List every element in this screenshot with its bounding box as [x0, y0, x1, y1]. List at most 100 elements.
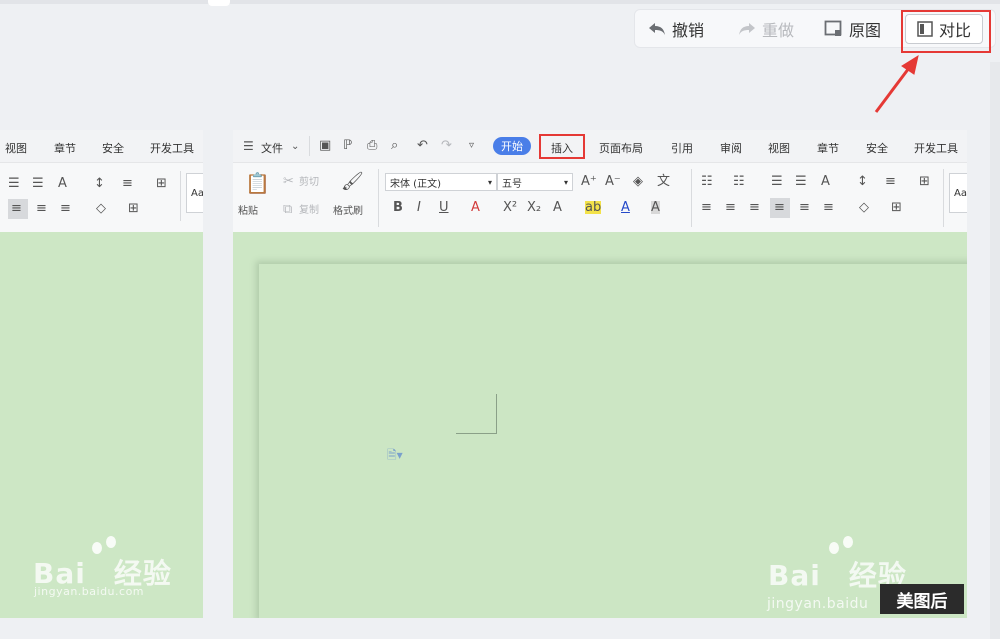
- shading-icon[interactable]: ◇: [96, 202, 106, 215]
- line-spacing-icon[interactable]: ≡: [885, 175, 896, 188]
- char-shading-icon[interactable]: A: [651, 201, 660, 214]
- sort-icon[interactable]: ↕: [94, 177, 105, 190]
- after-label: 美图后: [880, 584, 964, 614]
- grow-font-icon[interactable]: A⁺: [581, 175, 597, 188]
- align-right-icon[interactable]: ≡: [749, 201, 760, 214]
- ribbon-separator: [378, 169, 379, 227]
- right-watermark-paw-icon: [829, 542, 839, 554]
- paragraph-marker-icon[interactable]: 🗎▾: [387, 446, 403, 467]
- margin-corner-mark: [496, 394, 497, 434]
- border-icon[interactable]: ⊞: [891, 201, 902, 214]
- strikethrough-icon[interactable]: A: [471, 201, 480, 214]
- tab-reference[interactable]: 引用: [671, 140, 693, 156]
- tab-developer[interactable]: 开发工具: [914, 140, 958, 156]
- tab-separator: [309, 136, 310, 156]
- arrow-head-compare: [901, 54, 919, 75]
- paste-icon[interactable]: 📋: [245, 173, 270, 193]
- chevron-down-icon[interactable]: ⌄: [291, 142, 299, 152]
- style-preview-box[interactable]: Aa: [949, 173, 967, 213]
- copy-icon[interactable]: ⧉: [283, 203, 292, 216]
- numbered-list-icon[interactable]: ☷: [733, 175, 745, 188]
- tab-chapter[interactable]: 章节: [817, 140, 839, 156]
- align-left-icon[interactable]: ≡: [701, 201, 712, 214]
- superscript-icon[interactable]: X²: [503, 201, 517, 214]
- print-icon[interactable]: ⎙: [367, 139, 377, 152]
- indent-decrease-icon[interactable]: ☰: [8, 177, 20, 190]
- justify-icon[interactable]: ≡: [11, 202, 22, 215]
- undo-small-icon[interactable]: ↶: [417, 139, 428, 152]
- save-icon[interactable]: ▣: [319, 139, 331, 152]
- menu-icon[interactable]: ☰: [243, 140, 254, 152]
- style-preview-text: Aa: [954, 187, 967, 199]
- copy-label[interactable]: 复制: [299, 206, 319, 216]
- file-menu[interactable]: 文件: [261, 140, 283, 156]
- cut-label[interactable]: 剪切: [299, 178, 319, 188]
- tab-page-layout[interactable]: 页面布局: [599, 140, 643, 156]
- shading-icon[interactable]: ◇: [859, 201, 869, 214]
- left-tab-security[interactable]: 安全: [102, 140, 124, 156]
- cut-icon[interactable]: ✂: [283, 175, 294, 188]
- ribbon-separator: [691, 169, 692, 227]
- before-preview-panel: 视图 章节 安全 开发工具 ☰ ☰ A ↕ ≡ ⊞ ≡ ≡ ≡ ◇ ⊞ Aa B…: [0, 130, 203, 618]
- left-tab-developer[interactable]: 开发工具: [150, 140, 194, 156]
- text-size-icon[interactable]: A: [58, 177, 67, 190]
- ribbon-separator: [943, 169, 944, 227]
- line-spacing-icon[interactable]: ≡: [122, 177, 133, 190]
- phonetic-icon[interactable]: 文: [657, 175, 670, 188]
- table-grid-icon[interactable]: ⊞: [919, 175, 930, 188]
- subscript-icon[interactable]: X₂: [527, 201, 541, 214]
- tab-review[interactable]: 审阅: [720, 140, 742, 156]
- font-color-icon[interactable]: A: [621, 201, 630, 214]
- left-ribbon-tabs: 视图 章节 安全 开发工具: [0, 130, 203, 162]
- right-ribbon-body: 📋 粘贴 ✂ 剪切 ⧉ 复制 🖌 格式刷 宋体 (正文) ▾ 五号 ▾ A⁺ A…: [233, 162, 967, 232]
- right-ribbon-tabs: ☰ 文件 ⌄ ▣ ℙ ⎙ ⌕ ↶ ↷ ▿ 开始 插入 页面布局 引用 审阅 视图…: [233, 130, 967, 162]
- format-painter-icon[interactable]: 🖌: [341, 173, 364, 191]
- italic-icon[interactable]: I: [417, 201, 421, 214]
- shrink-font-icon[interactable]: A⁻: [605, 175, 621, 188]
- margin-corner-mark: [456, 433, 497, 434]
- arrow-to-compare: [874, 63, 914, 113]
- distribute-icon[interactable]: ≡: [36, 202, 47, 215]
- bold-icon[interactable]: B: [393, 201, 403, 214]
- table-grid-icon[interactable]: ⊞: [156, 177, 167, 190]
- font-name-select[interactable]: 宋体 (正文) ▾: [385, 173, 497, 191]
- print-preview-icon[interactable]: ⌕: [391, 139, 398, 152]
- indent-increase-icon[interactable]: ☰: [32, 177, 44, 190]
- indent-decrease-icon[interactable]: ☰: [771, 175, 783, 188]
- paste-label[interactable]: 粘贴: [238, 207, 258, 217]
- font-size-value: 五号: [502, 178, 522, 190]
- distribute-icon[interactable]: ≡: [799, 201, 810, 214]
- bullet-list-icon[interactable]: ☷: [701, 175, 713, 188]
- indent-increase-icon[interactable]: ☰: [795, 175, 807, 188]
- border-icon[interactable]: ⊞: [128, 202, 139, 215]
- highlight-icon[interactable]: ab: [585, 201, 602, 214]
- insert-tab-highlight-box: [539, 134, 585, 159]
- export-icon[interactable]: ℙ: [343, 139, 352, 152]
- right-ribbon: ☰ 文件 ⌄ ▣ ℙ ⎙ ⌕ ↶ ↷ ▿ 开始 插入 页面布局 引用 审阅 视图…: [233, 130, 967, 232]
- ribbon-separator: [180, 171, 181, 221]
- font-size-chevron-icon: ▾: [563, 177, 568, 187]
- style-preview-text: Aa: [191, 187, 203, 199]
- redo-small-icon[interactable]: ↷: [441, 139, 452, 152]
- paragraph-spacing-icon[interactable]: ≡: [60, 202, 71, 215]
- text-size-icon[interactable]: A: [821, 175, 830, 188]
- left-watermark-paw-icon: [106, 536, 116, 548]
- sort-icon[interactable]: ↕: [857, 175, 868, 188]
- align-center-icon[interactable]: ≡: [725, 201, 736, 214]
- quick-access-chevron-icon[interactable]: ▿: [469, 141, 474, 151]
- tab-view[interactable]: 视图: [768, 140, 790, 156]
- tab-start[interactable]: 开始: [493, 137, 531, 155]
- left-tab-view[interactable]: 视图: [5, 140, 27, 156]
- justify-icon[interactable]: ≡: [774, 201, 785, 214]
- style-preview-box[interactable]: Aa: [186, 173, 203, 213]
- font-size-select[interactable]: 五号 ▾: [497, 173, 573, 191]
- left-watermark-paw-icon: [92, 542, 102, 554]
- tab-security[interactable]: 安全: [866, 140, 888, 156]
- format-painter-label[interactable]: 格式刷: [333, 207, 363, 217]
- underline-icon[interactable]: U: [439, 201, 449, 214]
- paragraph-spacing-icon[interactable]: ≡: [823, 201, 834, 214]
- left-tab-chapter[interactable]: 章节: [54, 140, 76, 156]
- clear-format-icon[interactable]: ◈: [633, 175, 643, 188]
- text-effect-icon[interactable]: A: [553, 201, 562, 214]
- right-watermark-url: jingyan.baidu: [767, 596, 869, 612]
